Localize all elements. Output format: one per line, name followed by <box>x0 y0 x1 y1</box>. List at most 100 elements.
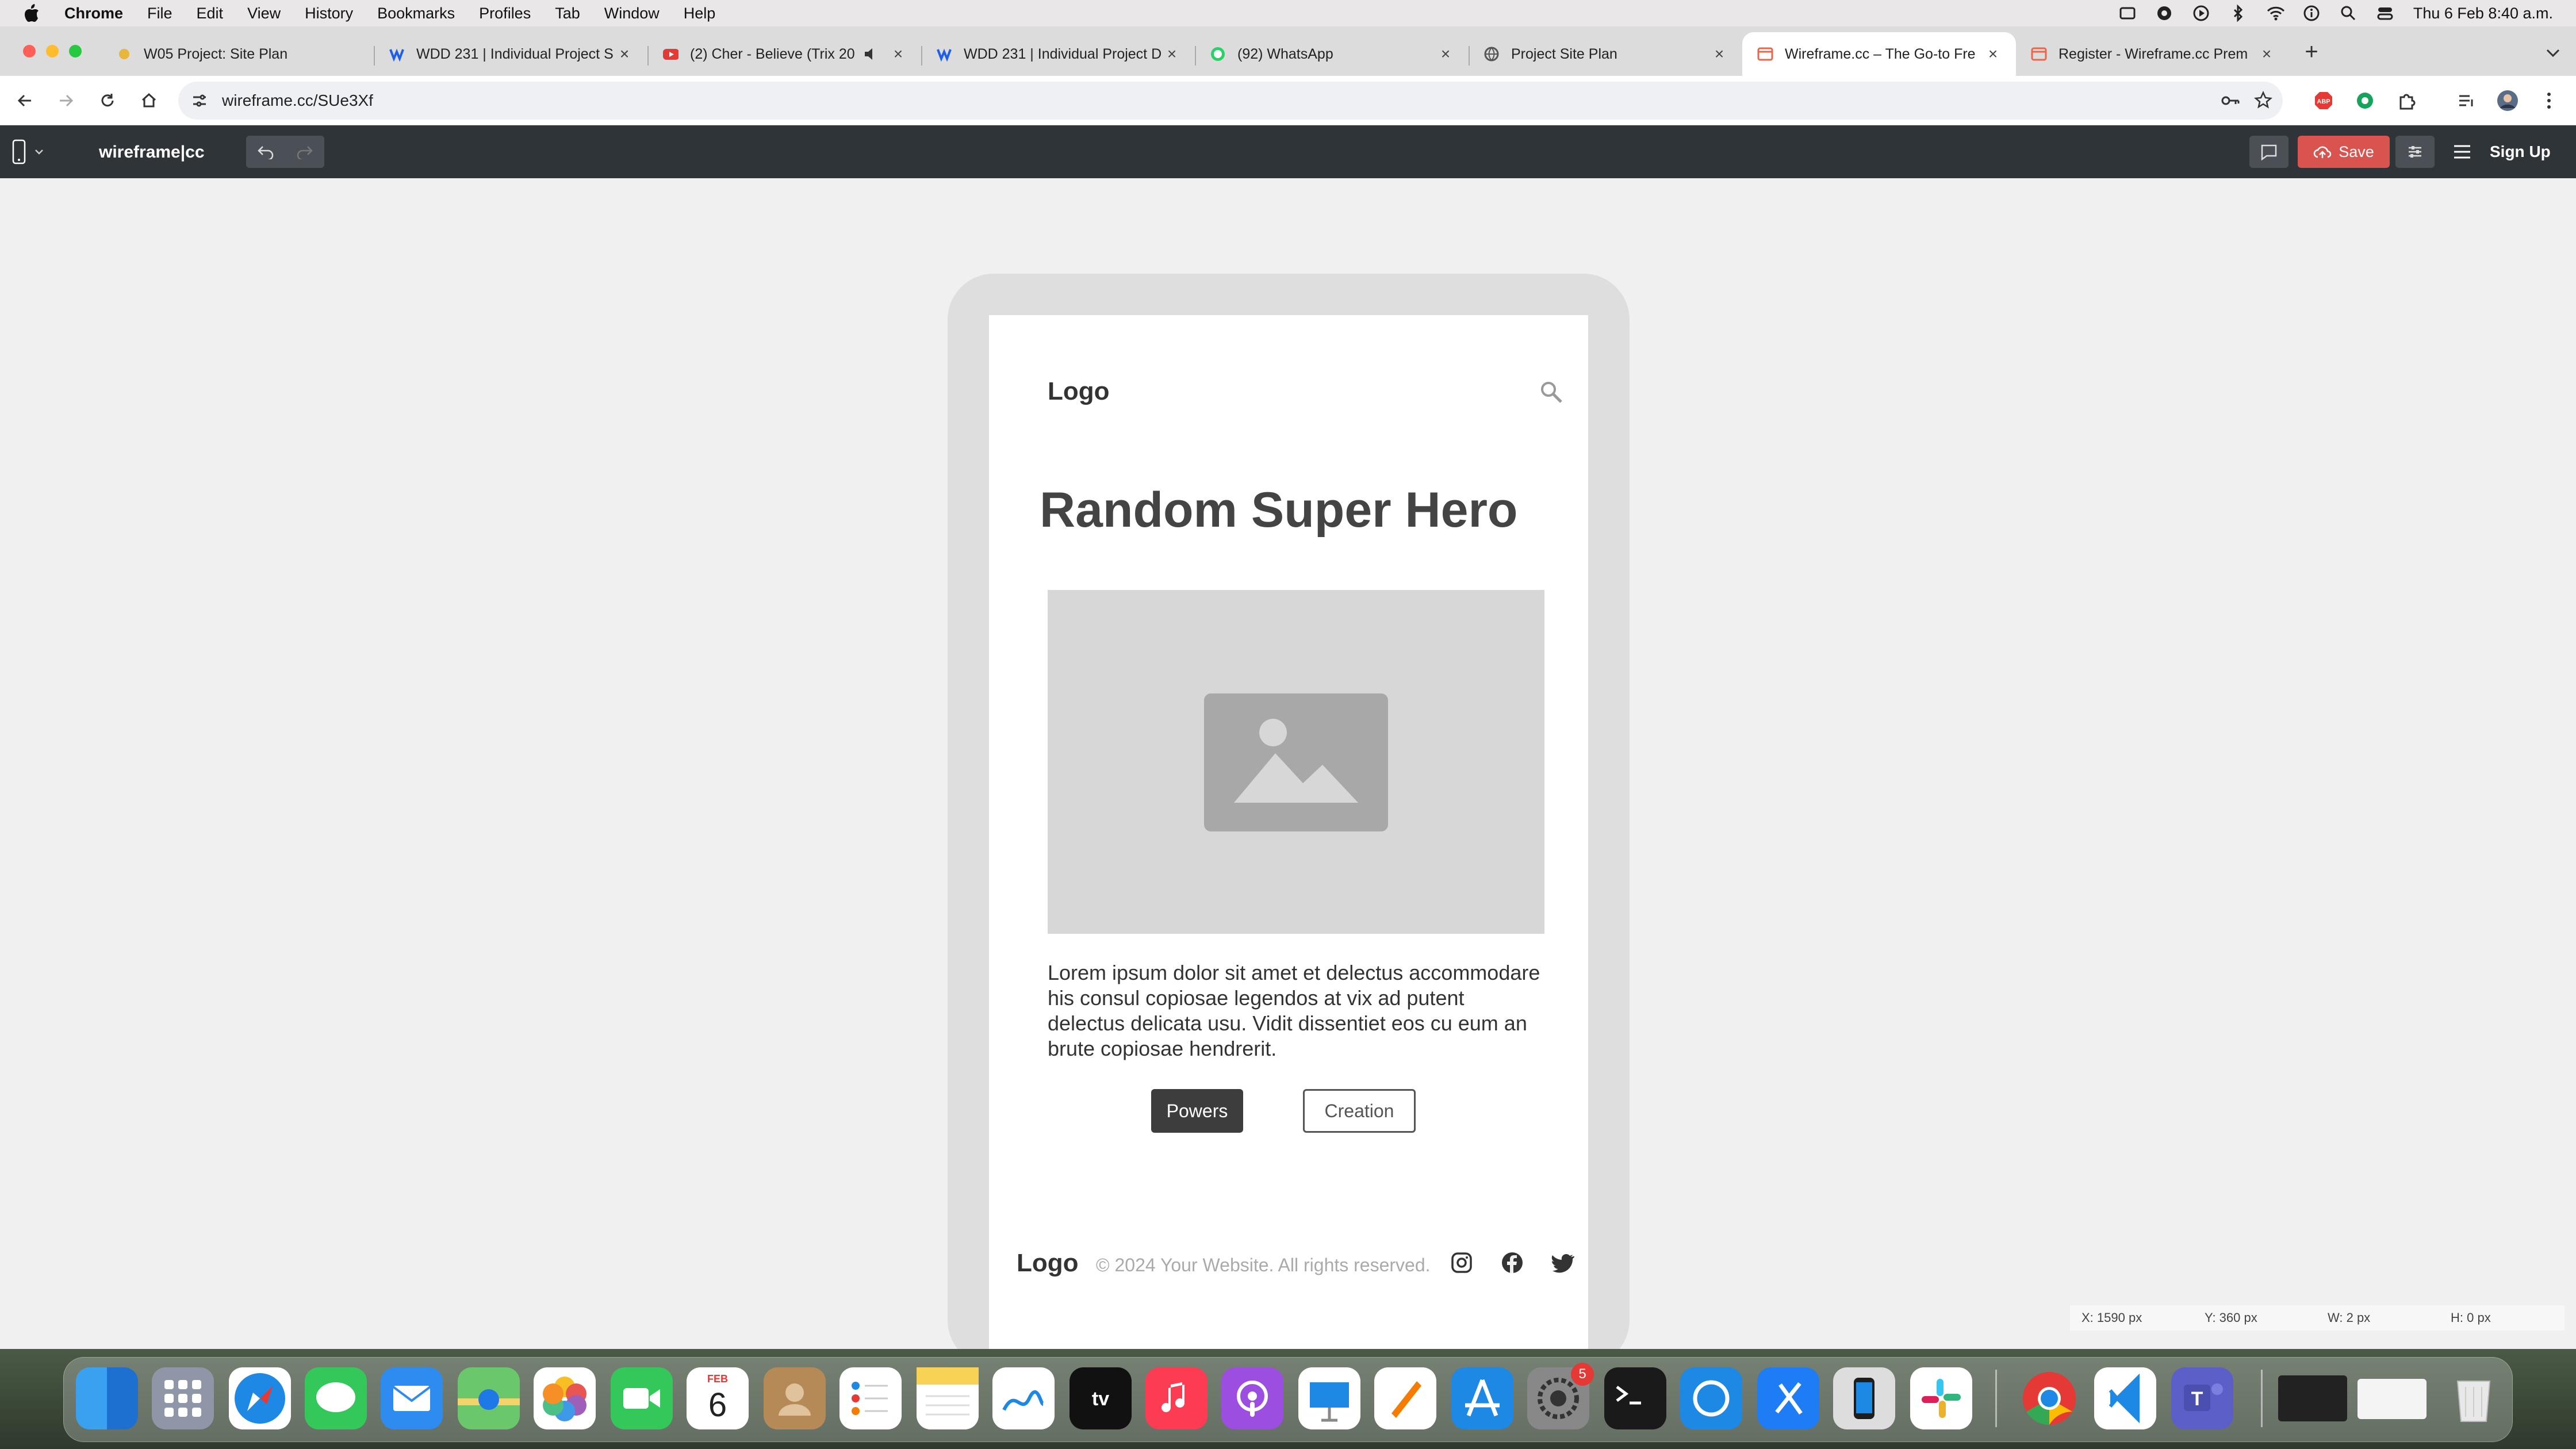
chrome-icon[interactable] <box>2018 1367 2080 1429</box>
hero-body-text[interactable]: Lorem ipsum dolor sit amet et delectus a… <box>1048 960 1544 1061</box>
password-key-icon[interactable] <box>2221 92 2240 109</box>
media-controls-icon[interactable] <box>2453 87 2479 114</box>
browser-tab[interactable]: Project Site Plan × <box>1469 32 1742 76</box>
tab-search-chevron-icon[interactable] <box>2542 41 2564 64</box>
freeform-icon[interactable] <box>992 1367 1055 1429</box>
reminders-icon[interactable] <box>839 1367 902 1429</box>
app-store-icon[interactable] <box>1451 1367 1513 1429</box>
terminal-icon[interactable] <box>1604 1367 1666 1429</box>
creation-button[interactable]: Creation <box>1303 1089 1416 1133</box>
menu-view[interactable]: View <box>247 5 281 22</box>
close-tab-icon[interactable]: × <box>1985 46 2001 62</box>
bluetooth-icon[interactable] <box>2229 5 2247 22</box>
menubar-clock[interactable]: Thu 6 Feb 8:40 a.m. <box>2413 5 2553 22</box>
close-tab-icon[interactable]: × <box>1438 46 1454 62</box>
hero-title[interactable]: Random Super Hero <box>1040 482 1517 539</box>
vscode-icon[interactable] <box>2094 1367 2156 1429</box>
speaker-icon[interactable] <box>862 46 879 62</box>
save-button[interactable]: Save <box>2298 136 2390 168</box>
window-thumbnail[interactable] <box>2278 1375 2347 1421</box>
sign-up-link[interactable]: Sign Up <box>2490 143 2551 161</box>
menu-file[interactable]: File <box>147 5 172 22</box>
apple-tv-icon[interactable]: tv <box>1070 1367 1132 1429</box>
close-window-button[interactable] <box>23 45 36 57</box>
browser-tab-active[interactable]: Wireframe.cc – The Go-to Fre × <box>1742 32 2016 76</box>
facetime-icon[interactable] <box>611 1367 673 1429</box>
new-tab-plus-icon[interactable]: + <box>2299 40 2324 66</box>
control-center-icon[interactable] <box>2376 5 2394 22</box>
menu-edit[interactable]: Edit <box>197 5 224 22</box>
podcasts-icon[interactable] <box>1221 1367 1283 1429</box>
home-icon[interactable] <box>136 87 162 114</box>
window-thumbnail[interactable] <box>2358 1379 2426 1419</box>
browser-tab[interactable]: (2) Cher - Believe (Trix 20 × <box>647 32 921 76</box>
minimize-window-button[interactable] <box>46 45 59 57</box>
status-extension-icon[interactable] <box>2119 5 2136 22</box>
facebook-icon[interactable] <box>1501 1251 1524 1274</box>
music-icon[interactable] <box>1145 1367 1208 1429</box>
mail-icon[interactable] <box>381 1367 443 1429</box>
menu-help[interactable]: Help <box>684 5 716 22</box>
messages-icon[interactable] <box>305 1367 367 1429</box>
comment-button[interactable] <box>2249 136 2288 168</box>
menu-history[interactable]: History <box>305 5 353 22</box>
slack-icon[interactable] <box>1910 1367 1972 1429</box>
address-bar[interactable]: wireframe.cc/SUe3Xf <box>178 82 2283 120</box>
info-icon[interactable] <box>2303 5 2320 22</box>
bookmark-star-icon[interactable] <box>2254 91 2272 109</box>
contacts-icon[interactable] <box>764 1367 826 1429</box>
trash-icon[interactable] <box>2443 1367 2505 1429</box>
keynote-icon[interactable] <box>1298 1367 1360 1429</box>
xcode-icon[interactable] <box>1757 1367 1819 1429</box>
reload-icon[interactable] <box>94 87 121 114</box>
close-tab-icon[interactable]: × <box>1711 46 1727 62</box>
browser-tab[interactable]: (92) WhatsApp × <box>1195 32 1469 76</box>
adblock-extension-icon[interactable]: ABP <box>2310 87 2337 114</box>
zoom-window-button[interactable] <box>69 45 82 57</box>
play-icon[interactable] <box>2192 5 2210 22</box>
powers-button[interactable]: Powers <box>1151 1089 1243 1133</box>
pages-icon[interactable] <box>1374 1367 1436 1429</box>
close-tab-icon[interactable]: × <box>2259 46 2275 62</box>
close-tab-icon[interactable]: × <box>1164 46 1180 62</box>
menu-app-name[interactable]: Chrome <box>64 5 123 22</box>
instagram-icon[interactable] <box>1450 1251 1473 1274</box>
menu-window[interactable]: Window <box>604 5 660 22</box>
back-arrow-icon[interactable] <box>12 87 38 114</box>
forward-arrow-icon[interactable] <box>53 87 79 114</box>
site-settings-icon[interactable] <box>191 92 208 109</box>
footer-logo[interactable]: Logo <box>1017 1249 1079 1278</box>
safari-icon[interactable] <box>229 1367 291 1429</box>
menu-bookmarks[interactable]: Bookmarks <box>377 5 455 22</box>
finder-icon[interactable] <box>76 1367 138 1429</box>
close-tab-icon[interactable]: × <box>890 46 906 62</box>
grammarly-extension-icon[interactable] <box>2352 87 2378 114</box>
calendar-icon[interactable]: FEB 6 <box>687 1367 749 1429</box>
close-tab-icon[interactable]: × <box>616 46 632 62</box>
browser-tab[interactable]: WDD 231 | Individual Project S × <box>374 32 647 76</box>
profile-avatar[interactable] <box>2494 87 2521 114</box>
simulator-icon[interactable] <box>1833 1367 1895 1429</box>
settings-sliders-button[interactable] <box>2395 136 2435 168</box>
notes-icon[interactable] <box>917 1367 979 1429</box>
twitter-icon[interactable] <box>1551 1251 1574 1274</box>
apple-icon[interactable] <box>23 3 44 23</box>
extensions-puzzle-icon[interactable] <box>2393 87 2420 114</box>
redo-icon[interactable] <box>285 136 324 168</box>
header-logo[interactable]: Logo <box>1048 377 1110 406</box>
grammarly-icon[interactable] <box>2156 5 2173 22</box>
search-icon[interactable] <box>1539 379 1564 405</box>
launchpad-icon[interactable] <box>152 1367 214 1429</box>
browser-tab[interactable]: WDD 231 | Individual Project D × <box>921 32 1195 76</box>
menu-tab[interactable]: Tab <box>555 5 580 22</box>
menu-profiles[interactable]: Profiles <box>479 5 531 22</box>
footer-copyright[interactable]: © 2024 Your Website. All rights reserved… <box>1096 1255 1431 1276</box>
wireframe-brand[interactable]: wireframe|cc <box>99 143 205 162</box>
hamburger-menu-icon[interactable] <box>2453 143 2471 161</box>
sync-app-icon[interactable] <box>1680 1367 1742 1429</box>
chrome-menu-kebab-icon[interactable] <box>2536 87 2562 114</box>
undo-icon[interactable] <box>246 136 285 168</box>
teams-icon[interactable]: T <box>2171 1367 2233 1429</box>
photos-icon[interactable] <box>534 1367 596 1429</box>
device-selector[interactable] <box>12 137 60 167</box>
